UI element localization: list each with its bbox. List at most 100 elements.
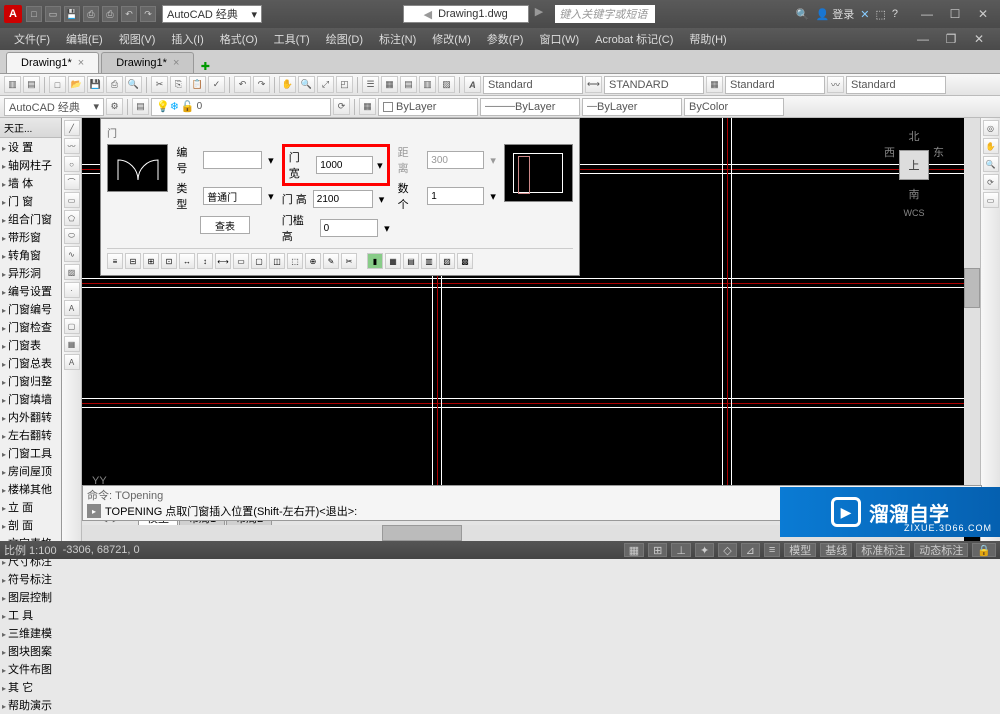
tz-item[interactable]: 门窗填墙 <box>0 390 61 408</box>
text-a-icon[interactable]: A <box>464 76 481 93</box>
tz-item[interactable]: 异形洞 <box>0 264 61 282</box>
maximize-button[interactable]: ☐ <box>942 5 968 23</box>
tz-item[interactable]: 编号设置 <box>0 282 61 300</box>
mm-icon[interactable]: ▨ <box>438 76 455 93</box>
close-icon[interactable]: × <box>173 57 179 69</box>
lookup-button[interactable]: 查表 <box>200 216 250 234</box>
sb-ortho-icon[interactable]: ⊥ <box>671 543 691 557</box>
sb-model[interactable]: 模型 <box>784 543 816 557</box>
table-icon[interactable]: ▦ <box>706 76 723 93</box>
ptb-icon[interactable]: ⬚ <box>287 253 303 269</box>
zoom-ext-icon[interactable]: ⤢ <box>317 76 334 93</box>
new-tab-button[interactable]: ✚ <box>196 60 214 73</box>
pline-icon[interactable]: 〰 <box>64 138 80 154</box>
ptb-icon[interactable]: ▥ <box>421 253 437 269</box>
layer-state-icon[interactable]: ⟳ <box>333 98 350 115</box>
menu-window[interactable]: 窗口(W) <box>533 29 585 49</box>
tz-item[interactable]: 门 窗 <box>0 192 61 210</box>
tz-item[interactable]: 门窗总表 <box>0 354 61 372</box>
t1-btn[interactable]: ▤ <box>23 76 40 93</box>
ptb-icon[interactable]: ⊕ <box>305 253 321 269</box>
doc-close-button[interactable]: ✕ <box>966 30 992 48</box>
qat-new-icon[interactable]: □ <box>26 6 42 22</box>
circle-icon[interactable]: ○ <box>64 156 80 172</box>
tp-icon[interactable]: ▤ <box>400 76 417 93</box>
qat-save-icon[interactable]: 💾 <box>64 6 80 22</box>
text-style-dropdown[interactable]: Standard <box>483 76 583 94</box>
ptb-icon[interactable]: ▨ <box>439 253 455 269</box>
doc-tab-2[interactable]: Drawing1*× <box>101 52 194 73</box>
tz-item[interactable]: 符号标注 <box>0 570 61 588</box>
cloud-icon[interactable]: ⬚ <box>875 8 885 21</box>
tz-item[interactable]: 轴网柱子 <box>0 156 61 174</box>
help-icon[interactable]: ? <box>892 8 898 20</box>
tz-item[interactable]: 文件布图 <box>0 660 61 678</box>
menu-modify[interactable]: 修改(M) <box>426 29 477 49</box>
layer-mgr-icon[interactable]: ▤ <box>132 98 149 115</box>
ptb-icon[interactable]: ⟷ <box>215 253 231 269</box>
tz-item[interactable]: 组合门窗 <box>0 210 61 228</box>
plotstyle-dropdown[interactable]: ByColor <box>684 98 784 116</box>
dim-icon[interactable]: ⟷ <box>585 76 602 93</box>
qat-print-icon[interactable]: ⎙ <box>102 6 118 22</box>
dim-style-dropdown[interactable]: STANDARD <box>604 76 704 94</box>
point-icon[interactable]: · <box>64 282 80 298</box>
door-width-input[interactable]: 1000 <box>316 156 373 174</box>
ptb-icon[interactable]: ⊡ <box>161 253 177 269</box>
nav-pan-icon[interactable]: ✋ <box>983 138 999 154</box>
new-icon[interactable]: □ <box>49 76 66 93</box>
ptb-icon[interactable]: ✎ <box>323 253 339 269</box>
pan-icon[interactable]: ✋ <box>279 76 296 93</box>
qat-open-icon[interactable]: ▭ <box>45 6 61 22</box>
sb-lwt-icon[interactable]: ≡ <box>764 543 780 557</box>
ptb-icon[interactable]: ≡ <box>107 253 123 269</box>
tz-item[interactable]: 门窗表 <box>0 336 61 354</box>
ptb-icon[interactable]: ↕ <box>197 253 213 269</box>
menu-view[interactable]: 视图(V) <box>113 29 162 49</box>
copy-icon[interactable]: ⎘ <box>170 76 187 93</box>
menu-edit[interactable]: 编辑(E) <box>60 29 109 49</box>
tz-item[interactable]: 内外翻转 <box>0 408 61 426</box>
ptb-icon[interactable]: ▮ <box>367 253 383 269</box>
close-button[interactable]: ✕ <box>970 5 996 23</box>
table-style-dropdown[interactable]: Standard <box>725 76 825 94</box>
type-dropdown[interactable]: 普通门 <box>203 187 262 205</box>
redo-icon[interactable]: ↷ <box>253 76 270 93</box>
zoom-win-icon[interactable]: ◰ <box>336 76 353 93</box>
ptb-icon[interactable]: ▦ <box>385 253 401 269</box>
ptb-icon[interactable]: ↔ <box>179 253 195 269</box>
menu-acrobat[interactable]: Acrobat 标记(C) <box>589 29 679 49</box>
ptb-icon[interactable]: ▭ <box>233 253 249 269</box>
tz-item[interactable]: 楼梯其他 <box>0 480 61 498</box>
line-icon[interactable]: ╱ <box>64 120 80 136</box>
ml-icon[interactable]: 〰 <box>827 76 844 93</box>
count-input[interactable]: 1 <box>427 187 484 205</box>
tz-item[interactable]: 左右翻转 <box>0 426 61 444</box>
workspace-dd2[interactable]: AutoCAD 经典▾ <box>4 98 104 116</box>
spline-icon[interactable]: ∿ <box>64 246 80 262</box>
sb-dyn-dim[interactable]: 动态标注 <box>914 543 968 557</box>
menu-file[interactable]: 文件(F) <box>8 29 56 49</box>
app-logo[interactable]: A <box>4 5 22 23</box>
tz-item[interactable]: 三维建模 <box>0 624 61 642</box>
sill-height-input[interactable]: 0 <box>320 219 378 237</box>
number-input[interactable] <box>203 151 262 169</box>
minimize-button[interactable]: — <box>914 5 940 23</box>
tz-item[interactable]: 帮助演示 <box>0 696 61 714</box>
tz-item[interactable]: 其 它 <box>0 678 61 696</box>
paste-icon[interactable]: 📋 <box>189 76 206 93</box>
sb-lock-icon[interactable]: 🔒 <box>972 543 996 557</box>
tz-item[interactable]: 门窗工具 <box>0 444 61 462</box>
sb-snap-icon[interactable]: ⊞ <box>648 543 667 557</box>
ssm-icon[interactable]: ▥ <box>419 76 436 93</box>
menu-help[interactable]: 帮助(H) <box>683 29 732 49</box>
ws-gear-icon[interactable]: ⚙ <box>106 98 123 115</box>
ptb-icon[interactable]: ▤ <box>403 253 419 269</box>
tz-item[interactable]: 剖 面 <box>0 516 61 534</box>
preview-icon[interactable]: 🔍 <box>125 76 142 93</box>
sb-baseline[interactable]: 基线 <box>820 543 852 557</box>
tz-item[interactable]: 设 置 <box>0 138 61 156</box>
workspace-dropdown[interactable]: AutoCAD 经典▾ <box>162 5 262 23</box>
arc-icon[interactable]: ⌒ <box>64 174 80 190</box>
tz-item[interactable]: 房间屋顶 <box>0 462 61 480</box>
